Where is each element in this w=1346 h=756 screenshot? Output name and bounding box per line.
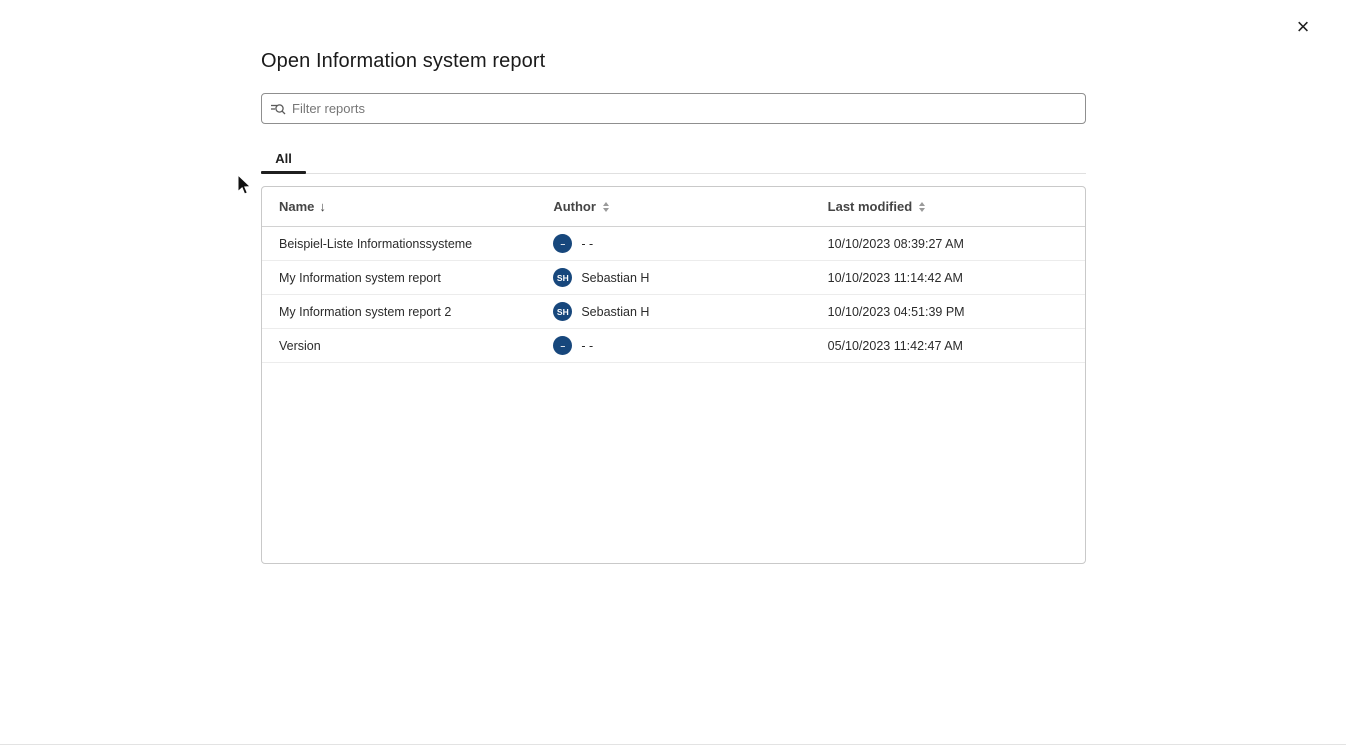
tab-all[interactable]: All bbox=[261, 142, 306, 174]
table-row[interactable]: Version – - - 05/10/2023 11:42:47 AM bbox=[262, 329, 1085, 363]
author-name: - - bbox=[581, 237, 593, 251]
cell-last-modified: 10/10/2023 04:51:39 PM bbox=[811, 295, 1085, 328]
filter-reports-input[interactable] bbox=[292, 101, 1077, 116]
author-avatar: – bbox=[553, 234, 572, 253]
column-header-author-label: Author bbox=[553, 199, 596, 214]
sort-carets-icon bbox=[919, 202, 925, 212]
column-header-name[interactable]: Name ↓ bbox=[262, 187, 536, 226]
column-header-last-modified-label: Last modified bbox=[828, 199, 913, 214]
cell-author: – - - bbox=[536, 329, 810, 362]
cell-author: – - - bbox=[536, 227, 810, 260]
row-name-link[interactable]: My Information system report 2 bbox=[279, 305, 451, 319]
cell-name: Beispiel-Liste Informationssysteme bbox=[262, 227, 536, 260]
author-name: - - bbox=[581, 339, 593, 353]
sort-carets-icon bbox=[603, 202, 609, 212]
filter-reports-box[interactable] bbox=[261, 93, 1086, 124]
row-name-link[interactable]: My Information system report bbox=[279, 271, 441, 285]
tab-bar-divider bbox=[261, 173, 1086, 174]
cell-author: SH Sebastian H bbox=[536, 295, 810, 328]
reports-table: Name ↓ Author Last modified Beispiel-Lis… bbox=[261, 186, 1086, 564]
row-modified: 10/10/2023 11:14:42 AM bbox=[828, 271, 963, 285]
cell-last-modified: 10/10/2023 11:14:42 AM bbox=[811, 261, 1085, 294]
dialog-page: × Open Information system report All Nam… bbox=[0, 0, 1346, 756]
column-header-last-modified[interactable]: Last modified bbox=[811, 187, 1085, 226]
column-header-author[interactable]: Author bbox=[536, 187, 810, 226]
row-modified: 10/10/2023 08:39:27 AM bbox=[828, 237, 964, 251]
table-row[interactable]: My Information system report 2 SH Sebast… bbox=[262, 295, 1085, 329]
row-name-link[interactable]: Beispiel-Liste Informationssysteme bbox=[279, 237, 472, 251]
page-bottom-divider bbox=[0, 744, 1346, 745]
author-name: Sebastian H bbox=[581, 305, 649, 319]
column-header-name-label: Name bbox=[279, 199, 314, 214]
cell-name: My Information system report 2 bbox=[262, 295, 536, 328]
filter-search-icon bbox=[270, 101, 286, 117]
mouse-cursor bbox=[236, 174, 254, 196]
dialog-title: Open Information system report bbox=[261, 50, 545, 73]
table-row[interactable]: Beispiel-Liste Informationssysteme – - -… bbox=[262, 227, 1085, 261]
author-avatar: SH bbox=[553, 302, 572, 321]
author-avatar: – bbox=[553, 336, 572, 355]
row-name-link[interactable]: Version bbox=[279, 339, 321, 353]
cell-name: Version bbox=[262, 329, 536, 362]
author-avatar: SH bbox=[553, 268, 572, 287]
table-row[interactable]: My Information system report SH Sebastia… bbox=[262, 261, 1085, 295]
table-body: Beispiel-Liste Informationssysteme – - -… bbox=[262, 227, 1085, 363]
active-tab-underline bbox=[261, 171, 306, 174]
cell-name: My Information system report bbox=[262, 261, 536, 294]
row-modified: 05/10/2023 11:42:47 AM bbox=[828, 339, 963, 353]
cell-last-modified: 05/10/2023 11:42:47 AM bbox=[811, 329, 1085, 362]
table-header-row: Name ↓ Author Last modified bbox=[262, 187, 1085, 227]
row-modified: 10/10/2023 04:51:39 PM bbox=[828, 305, 965, 319]
sort-descending-icon: ↓ bbox=[319, 200, 326, 213]
close-icon[interactable]: × bbox=[1290, 14, 1316, 40]
cell-author: SH Sebastian H bbox=[536, 261, 810, 294]
cell-last-modified: 10/10/2023 08:39:27 AM bbox=[811, 227, 1085, 260]
author-name: Sebastian H bbox=[581, 271, 649, 285]
